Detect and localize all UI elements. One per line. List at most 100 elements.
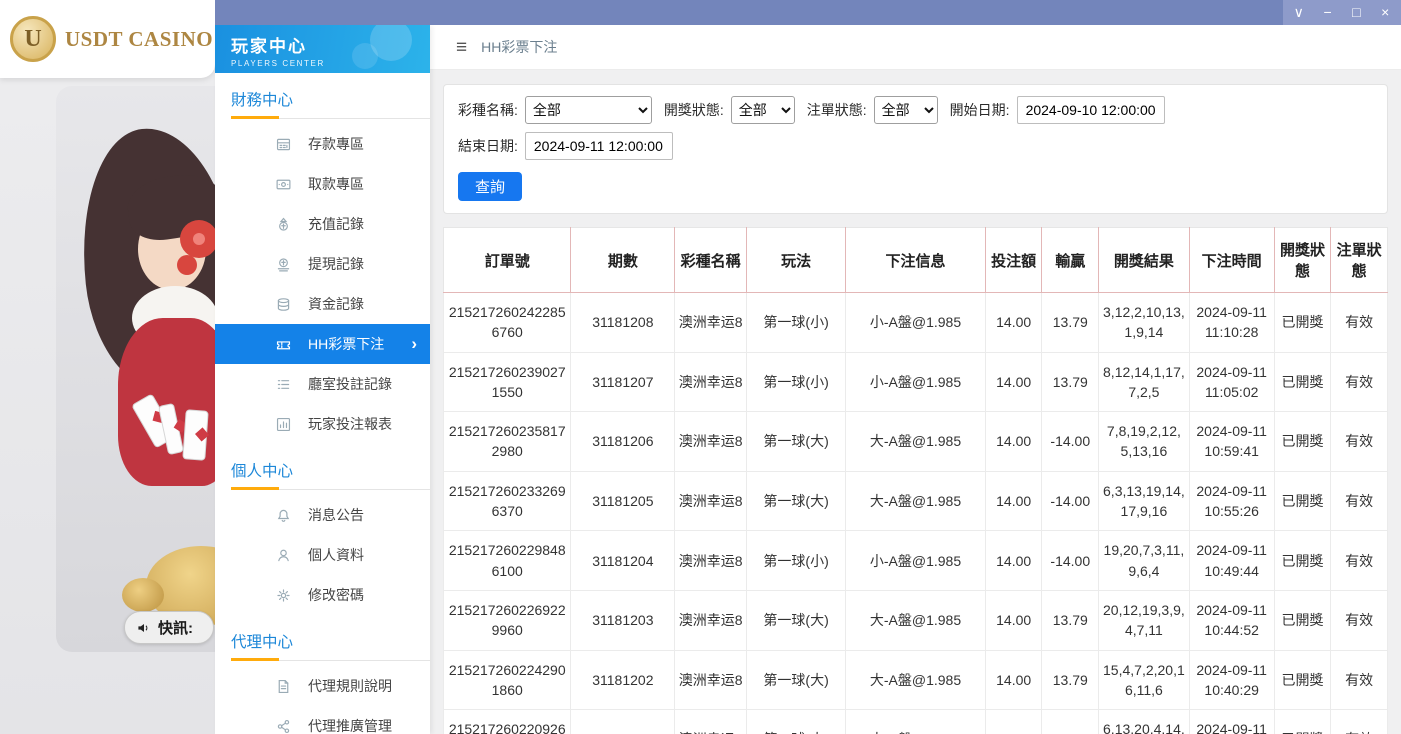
section-title: 代理中心 <box>215 615 430 652</box>
bets-table-card: 訂單號期數彩種名稱玩法下注信息投注額輸贏開獎結果下注時間開獎狀態注單狀態 215… <box>443 227 1388 734</box>
table-cell: 14.00 <box>985 471 1042 531</box>
table-cell: 已開獎 <box>1274 352 1331 412</box>
table-cell: 14.00 <box>985 710 1042 734</box>
table-header-cell: 投注額 <box>985 228 1042 293</box>
sidebar-item-withdraw[interactable]: 取款專區 <box>215 164 430 204</box>
table-cell: 2024-09-11 10:44:52 <box>1189 590 1274 650</box>
table-header-cell: 開獎狀態 <box>1274 228 1331 293</box>
table-cell: 7,8,19,2,12,5,13,16 <box>1099 412 1190 472</box>
sidebar-item-label: 取款專區 <box>308 174 364 194</box>
table-cell: 第一球(大) <box>747 471 846 531</box>
window-maximize-button[interactable]: □ <box>1343 0 1369 25</box>
sidebar-nav: 財務中心存款專區取款專區充值記錄提現記錄資金記錄HH彩票下注›廳室投註記錄玩家投… <box>215 73 430 734</box>
filter-draw-status: 開獎狀態: 全部 <box>664 96 795 124</box>
start-date-input[interactable] <box>1017 96 1165 124</box>
section-underline <box>231 118 430 119</box>
table-cell: 澳洲幸运8 <box>675 590 747 650</box>
table-cell: 有效 <box>1331 471 1388 531</box>
draw-status-select[interactable]: 全部 <box>731 96 795 124</box>
filter-lottery-type: 彩種名稱:全部 <box>458 96 652 124</box>
sidebar-item-doc[interactable]: 代理規則說明 <box>215 666 430 706</box>
page-title: HH彩票下注 <box>481 37 557 57</box>
sidebar: 玩家中心 PLAYERS CENTER 財務中心存款專區取款專區充值記錄提現記錄… <box>215 25 430 734</box>
table-cell: 有效 <box>1331 590 1388 650</box>
table-row: 215217260242285676031181208澳洲幸运8第一球(小)小-… <box>444 293 1388 353</box>
table-cell: 大-A盤@1.985 <box>846 412 986 472</box>
lottery-type-select[interactable]: 全部 <box>525 96 652 124</box>
table-cell: 已開獎 <box>1274 650 1331 710</box>
doc-icon <box>275 678 292 695</box>
gear-icon <box>275 587 292 604</box>
sidebar-item-label: 代理規則說明 <box>308 676 392 696</box>
table-cell: 14.00 <box>985 590 1042 650</box>
window-close-button[interactable]: × <box>1372 0 1398 25</box>
table-cell: 31181203 <box>571 590 675 650</box>
sidebar-item-recharge[interactable]: 充值記錄 <box>215 204 430 244</box>
filter-end-date: 結束日期: <box>458 132 673 160</box>
sidebar-item-user[interactable]: 個人資料 <box>215 535 430 575</box>
table-row: 215217260224290186031181202澳洲幸运8第一球(大)大-… <box>444 650 1388 710</box>
sidebar-item-share[interactable]: 代理推廣管理 <box>215 706 430 734</box>
window-minimize-button[interactable]: − <box>1315 0 1341 25</box>
table-cell: 13.79 <box>1042 293 1099 353</box>
table-cell: -14.00 <box>1042 710 1099 734</box>
table-cell: 2152172602390271550 <box>444 352 571 412</box>
table-cell: 31181207 <box>571 352 675 412</box>
end-date-input[interactable] <box>525 132 673 160</box>
sidebar-item-deposit[interactable]: 存款專區 <box>215 124 430 164</box>
casino-logo: U USDT CASINO <box>0 0 215 78</box>
query-button[interactable]: 查詢 <box>458 172 522 201</box>
sidebar-item-lottery[interactable]: HH彩票下注› <box>215 324 430 364</box>
table-header-cell: 訂單號 <box>444 228 571 293</box>
table-cell: 13.79 <box>1042 352 1099 412</box>
table-cell: 已開獎 <box>1274 471 1331 531</box>
filter-label: 開獎狀態: <box>664 100 724 120</box>
main-content: ≡ HH彩票下注 彩種名稱:全部開獎狀態:全部注單狀態:全部開始日期:結束日期:… <box>430 25 1401 734</box>
deposit-icon <box>275 136 292 153</box>
news-ticker[interactable]: 快訊: <box>124 611 214 644</box>
sidebar-header: 玩家中心 PLAYERS CENTER <box>215 25 430 73</box>
share-icon <box>275 718 292 734</box>
table-cell: 2024-09-11 11:10:28 <box>1189 293 1274 353</box>
sidebar-item-cashout[interactable]: 提現記錄 <box>215 244 430 284</box>
sidebar-item-label: 充值記錄 <box>308 214 364 234</box>
sidebar-subtitle: PLAYERS CENTER <box>231 59 430 68</box>
sidebar-item-bell[interactable]: 消息公告 <box>215 495 430 535</box>
sidebar-item-label: 消息公告 <box>308 505 364 525</box>
window-chevron-button[interactable]: ∨ <box>1286 0 1312 25</box>
table-cell: 2152172602358172980 <box>444 412 571 472</box>
casino-background: U USDT CASINO 快訊: <box>0 0 215 734</box>
sidebar-item-report[interactable]: 玩家投注報表 <box>215 404 430 444</box>
news-ticker-label: 快訊: <box>158 617 193 638</box>
table-cell: -14.00 <box>1042 471 1099 531</box>
sidebar-item-label: HH彩票下注 <box>308 334 384 354</box>
table-cell: 31181208 <box>571 293 675 353</box>
casino-logo-icon: U <box>10 16 56 62</box>
table-cell: 澳洲幸运8 <box>675 352 747 412</box>
filter-order-status: 注單狀態: 全部 <box>807 96 938 124</box>
sidebar-item-gear[interactable]: 修改密碼 <box>215 575 430 615</box>
table-cell: 31181204 <box>571 531 675 591</box>
table-head-row: 訂單號期數彩種名稱玩法下注信息投注額輸贏開獎結果下注時間開獎狀態注單狀態 <box>444 228 1388 293</box>
order-status-select[interactable]: 全部 <box>874 96 938 124</box>
filter-label: 注單狀態: <box>807 100 867 120</box>
room-icon <box>275 376 292 393</box>
filter-row: 彩種名稱:全部開獎狀態:全部注單狀態:全部開始日期:結束日期: <box>458 96 1373 160</box>
table-cell: 2024-09-11 10:40:29 <box>1189 650 1274 710</box>
report-icon <box>275 416 292 433</box>
bets-table: 訂單號期數彩種名稱玩法下注信息投注額輸贏開獎結果下注時間開獎狀態注單狀態 215… <box>443 227 1388 734</box>
sidebar-item-room[interactable]: 廳室投註記錄 <box>215 364 430 404</box>
table-cell: 已開獎 <box>1274 412 1331 472</box>
table-cell: 第一球(小) <box>747 531 846 591</box>
hamburger-menu-icon[interactable]: ≡ <box>456 38 467 57</box>
table-cell: 第一球(大) <box>747 590 846 650</box>
table-cell: 第一球(小) <box>747 293 846 353</box>
table-cell: 已開獎 <box>1274 710 1331 734</box>
sidebar-item-label: 提現記錄 <box>308 254 364 274</box>
table-cell: 20,12,19,3,9,4,7,11 <box>1099 590 1190 650</box>
table-header-cell: 輸贏 <box>1042 228 1099 293</box>
table-cell: 小-A盤@1.985 <box>846 293 986 353</box>
table-cell: 31181206 <box>571 412 675 472</box>
sidebar-item-funds[interactable]: 資金記錄 <box>215 284 430 324</box>
table-cell: -14.00 <box>1042 531 1099 591</box>
